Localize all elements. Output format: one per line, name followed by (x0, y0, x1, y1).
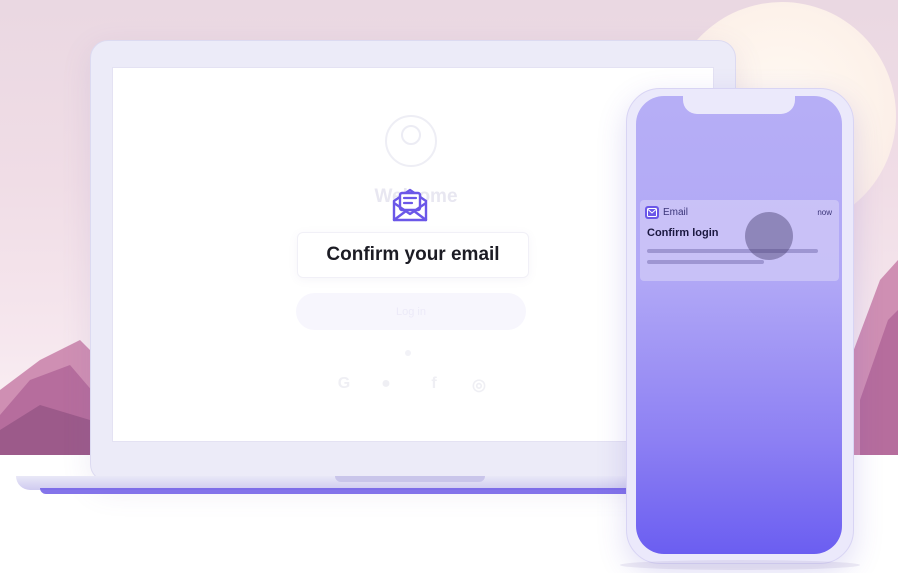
notification-time: now (817, 208, 832, 217)
notification-body-line (647, 260, 764, 264)
laptop-trackpad-notch (335, 476, 485, 482)
scene: Welcome Confirm your email Log in G ● f … (0, 0, 898, 573)
login-button-label: Log in (396, 305, 426, 318)
login-button[interactable]: Log in (296, 293, 526, 330)
instagram-icon[interactable]: ◎ (469, 375, 489, 395)
envelope-open-icon (392, 188, 428, 222)
notification-body-line (647, 249, 818, 253)
notification-title: Confirm login (647, 227, 719, 239)
phone-notch (683, 96, 795, 114)
confirm-email-card: Confirm your email (297, 232, 529, 278)
notification-app-name: Email (663, 207, 689, 218)
apple-icon[interactable]: ● (376, 375, 396, 395)
phone-shadow (620, 560, 860, 570)
laptop-base-shadow (40, 488, 660, 494)
divider-dot (405, 350, 411, 356)
touch-indicator (745, 212, 793, 260)
google-icon[interactable]: G (334, 375, 354, 395)
confirm-email-text: Confirm your email (326, 244, 500, 265)
facebook-icon[interactable]: f (424, 375, 444, 395)
mountains-right (850, 260, 898, 460)
phone-screen (636, 96, 842, 554)
avatar-icon (385, 115, 437, 167)
mail-icon (645, 206, 659, 219)
